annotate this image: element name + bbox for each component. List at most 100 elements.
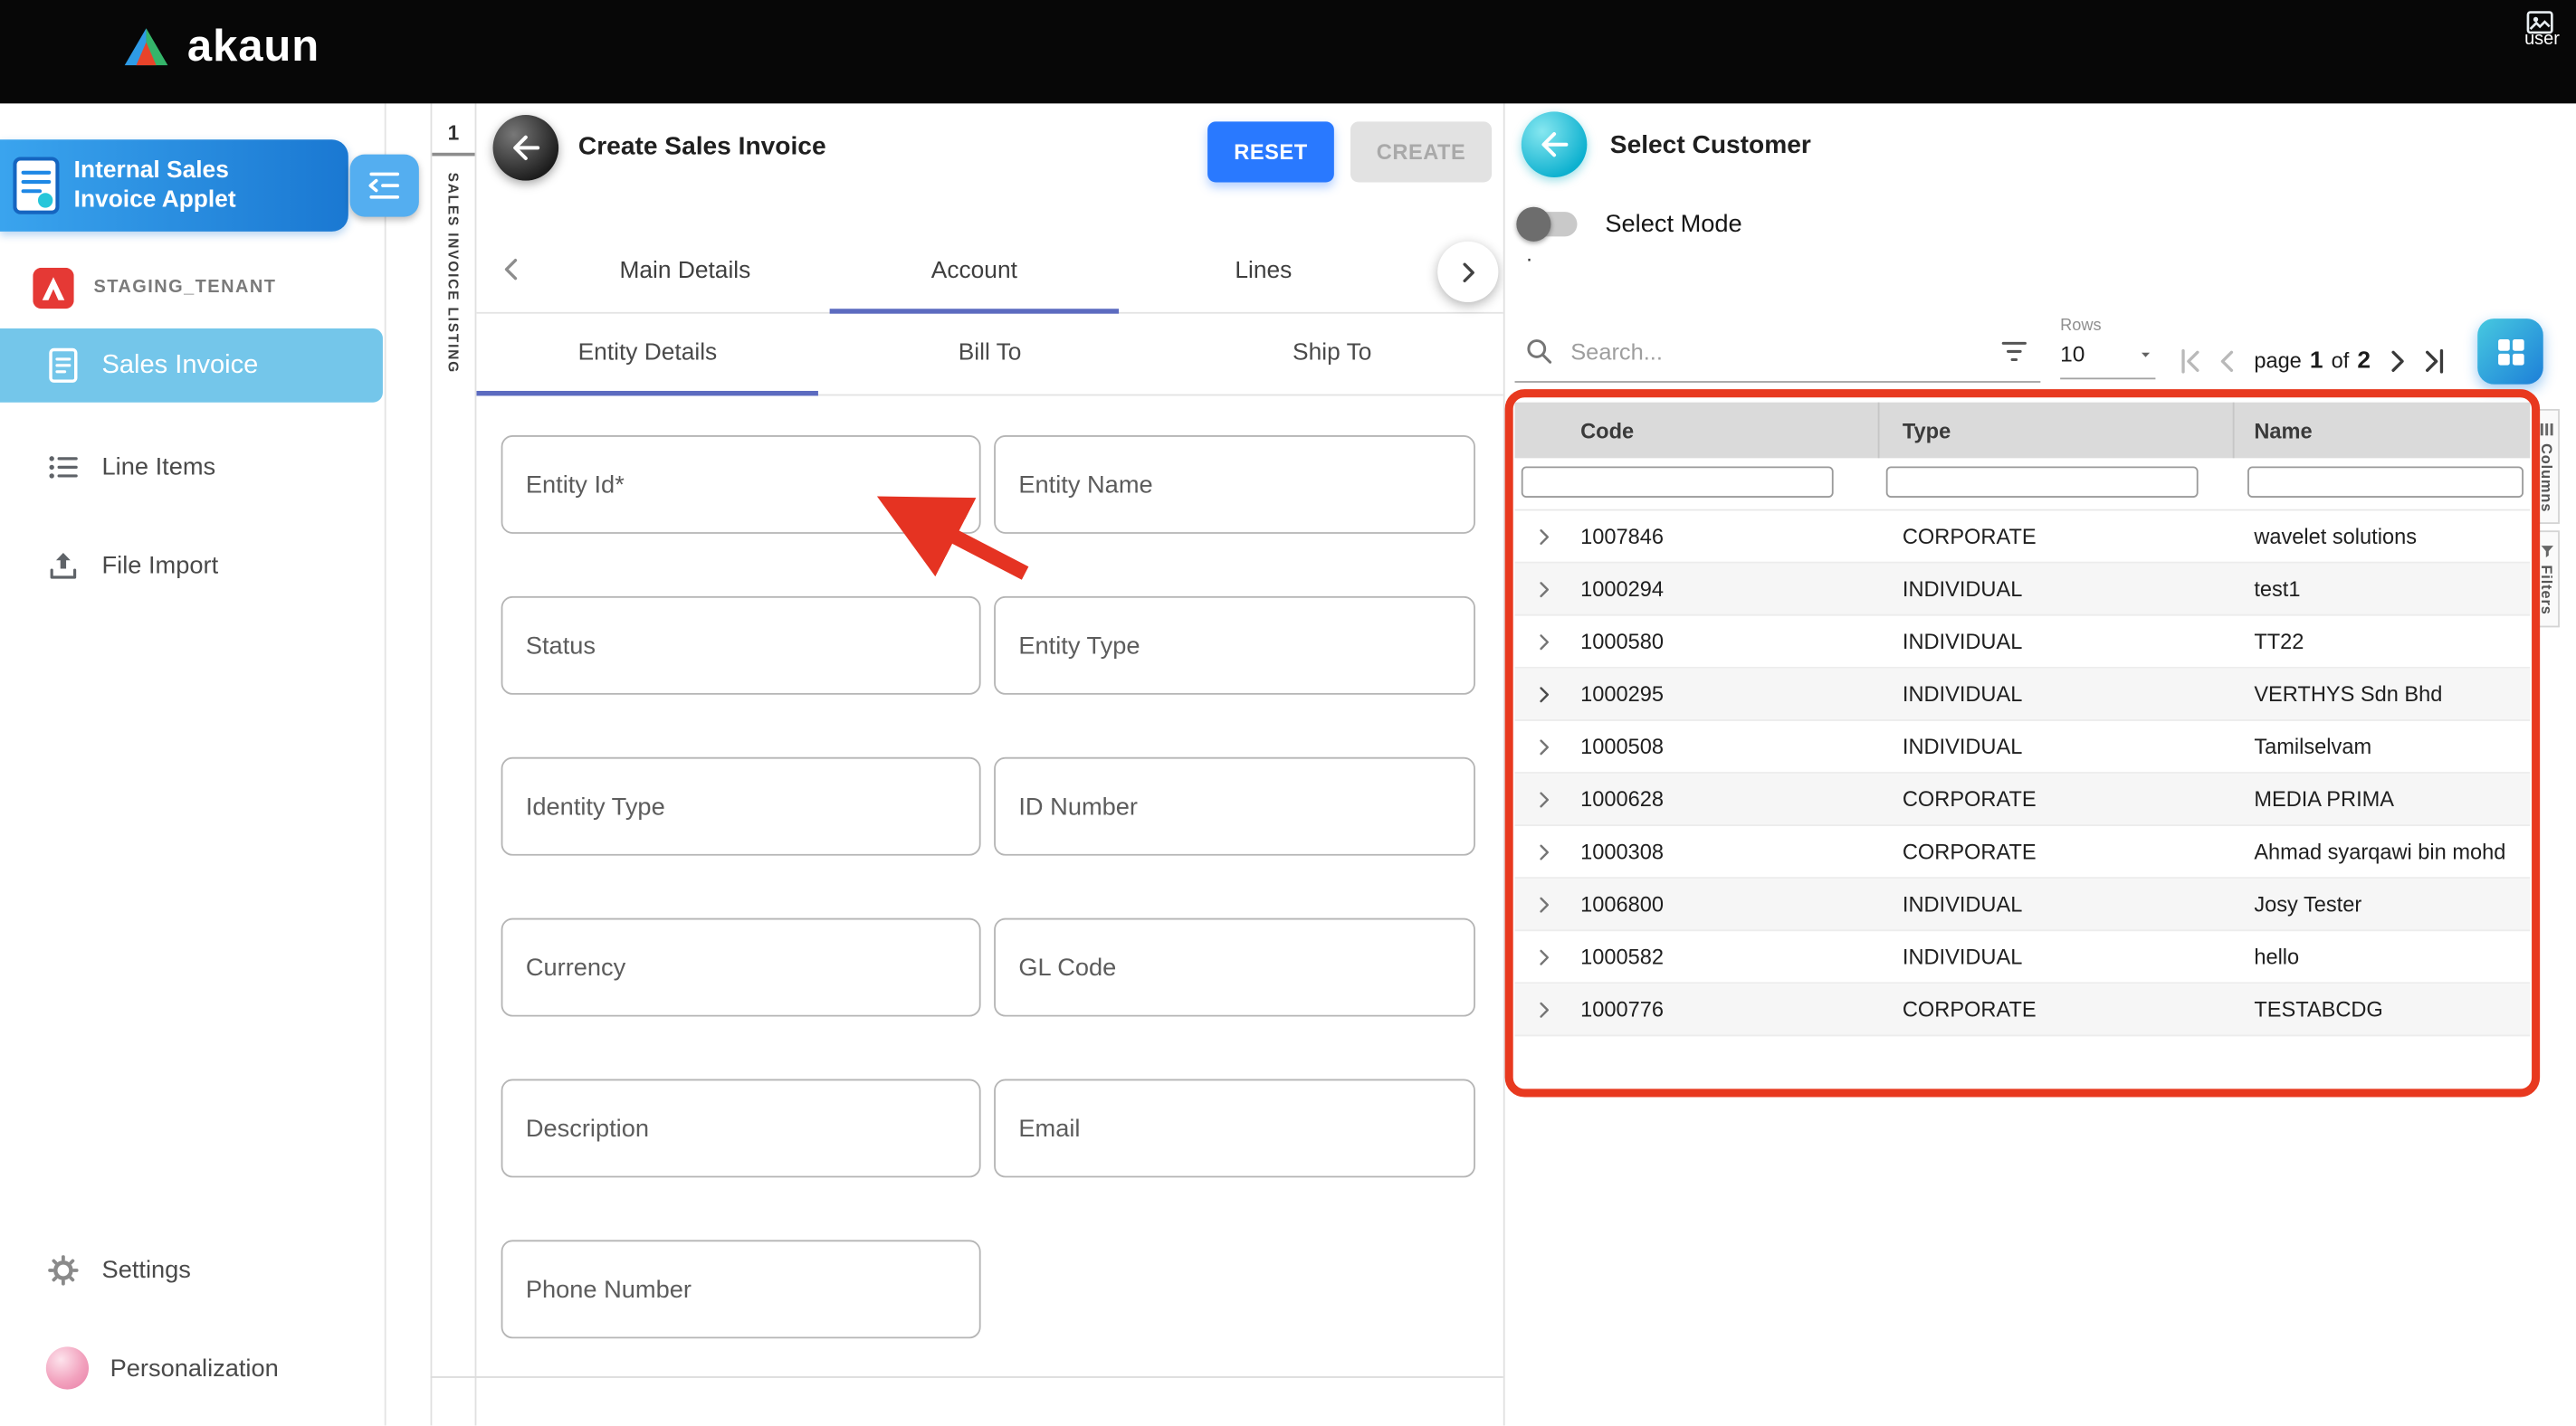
grid-view-button[interactable] <box>2477 318 2543 385</box>
cell-name: wavelet solutions <box>2235 524 2531 548</box>
filters-rail-button[interactable]: Filters <box>2533 530 2560 626</box>
file-import-icon <box>46 547 81 582</box>
cell-code: 1000295 <box>1574 681 1880 706</box>
search-input[interactable] <box>1568 336 1999 366</box>
row-expand-chevron-icon[interactable] <box>1515 786 1574 813</box>
name-filter-input[interactable] <box>2247 466 2524 497</box>
personalization-avatar <box>46 1346 89 1389</box>
reset-button[interactable]: RESET <box>1207 121 1334 182</box>
back-button[interactable] <box>493 115 559 181</box>
user-avatar[interactable]: user <box>2524 10 2560 50</box>
caret-down-icon <box>2136 344 2156 364</box>
column-header-code[interactable]: Code <box>1574 403 1880 459</box>
status-field[interactable]: Status <box>501 596 981 695</box>
cell-type: INDIVIDUAL <box>1879 681 2234 706</box>
table-row[interactable]: 1000295 INDIVIDUAL VERTHYS Sdn Bhd <box>1515 669 2531 721</box>
currency-field[interactable]: Currency <box>501 918 981 1017</box>
tabs-scroll-left-icon[interactable] <box>493 252 530 288</box>
row-expand-chevron-icon[interactable] <box>1515 733 1574 759</box>
sidebar-item-file-import[interactable]: File Import <box>0 536 383 594</box>
subtab-ship-to[interactable]: Ship To <box>1161 312 1503 395</box>
table-row[interactable]: 1000776 CORPORATE TESTABCDG <box>1515 984 2531 1036</box>
phone-number-field[interactable]: Phone Number <box>501 1240 981 1338</box>
id-number-field[interactable]: ID Number <box>994 757 1475 856</box>
cell-code: 1000294 <box>1574 576 1880 601</box>
akaun-logo[interactable]: akaun <box>121 22 320 72</box>
table-row[interactable]: 1000508 INDIVIDUAL Tamilselvam <box>1515 721 2531 774</box>
row-expand-chevron-icon[interactable] <box>1515 996 1574 1022</box>
row-expand-chevron-icon[interactable] <box>1515 523 1574 549</box>
email-field[interactable]: Email <box>994 1079 1475 1178</box>
description-field[interactable]: Description <box>501 1079 981 1178</box>
row-expand-chevron-icon[interactable] <box>1515 944 1574 970</box>
entity-id-field[interactable]: Entity Id* <box>501 435 981 534</box>
chevron-right-icon <box>2379 343 2415 379</box>
field-label: ID Number <box>1018 793 1138 821</box>
identity-type-field[interactable]: Identity Type <box>501 757 981 856</box>
sidebar-item-tenant[interactable]: STAGING_TENANT <box>0 261 276 314</box>
sidebar-collapse-button[interactable] <box>350 155 419 217</box>
listing-tab-strip[interactable]: 1 SALES INVOICE LISTING <box>431 103 477 1425</box>
sidebar-item-sales-invoice[interactable]: Sales Invoice <box>0 328 383 403</box>
row-expand-chevron-icon[interactable] <box>1515 891 1574 917</box>
columns-rail-button[interactable]: Columns <box>2533 409 2560 524</box>
cell-type: CORPORATE <box>1879 997 2234 1022</box>
table-row[interactable]: 1000628 CORPORATE MEDIA PRIMA <box>1515 774 2531 826</box>
search-icon <box>1524 336 1554 366</box>
tabs-scroll-right-button[interactable] <box>1437 242 1498 302</box>
table-row[interactable]: 1000294 INDIVIDUAL test1 <box>1515 564 2531 616</box>
type-filter-input[interactable] <box>1886 466 2199 497</box>
row-expand-chevron-icon[interactable] <box>1515 680 1574 707</box>
gear-icon <box>46 1252 81 1287</box>
first-page-icon <box>2172 343 2209 379</box>
table-row[interactable]: 1000580 INDIVIDUAL TT22 <box>1515 616 2531 669</box>
column-header-name[interactable]: Name <box>2235 403 2531 459</box>
sidebar-item-settings[interactable]: Settings <box>0 1240 383 1298</box>
next-page-button[interactable] <box>2379 343 2415 379</box>
last-page-button[interactable] <box>2417 343 2453 379</box>
entity-name-field[interactable]: Entity Name <box>994 435 1475 534</box>
tab-lines[interactable]: Lines <box>1119 230 1407 312</box>
select-mode-toggle[interactable] <box>1518 211 1577 235</box>
line-items-icon <box>46 449 81 483</box>
chevron-right-icon <box>1452 255 1484 288</box>
cell-name: Josy Tester <box>2235 892 2531 917</box>
create-button[interactable]: CREATE <box>1350 121 1492 182</box>
listing-tab-number[interactable]: 1 <box>432 113 474 156</box>
tab-main-details[interactable]: Main Details <box>540 230 829 312</box>
cell-code: 1000582 <box>1574 945 1880 969</box>
avatar-alt-text: user <box>2524 30 2560 50</box>
previous-page-button[interactable] <box>2209 343 2246 379</box>
row-expand-chevron-icon[interactable] <box>1515 575 1574 602</box>
close-select-customer-button[interactable] <box>1522 111 1588 177</box>
row-expand-chevron-icon[interactable] <box>1515 839 1574 865</box>
cell-code: 1000308 <box>1574 840 1880 864</box>
stray-dot-text: . <box>1526 242 1532 266</box>
search-filter-button[interactable] <box>1998 334 2030 366</box>
tenant-label: STAGING_TENANT <box>93 278 276 298</box>
entity-type-field[interactable]: Entity Type <box>994 596 1475 695</box>
subtab-bill-to[interactable]: Bill To <box>819 312 1161 395</box>
table-row[interactable]: 1000308 CORPORATE Ahmad syarqawi bin moh… <box>1515 826 2531 879</box>
collapse-menu-icon <box>365 166 405 205</box>
table-row[interactable]: 1006800 INDIVIDUAL Josy Tester <box>1515 879 2531 931</box>
table-row[interactable]: 1007846 CORPORATE wavelet solutions <box>1515 510 2531 563</box>
gl-code-field[interactable]: GL Code <box>994 918 1475 1017</box>
field-label: Email <box>1018 1115 1080 1143</box>
toggle-thumb <box>1516 206 1550 241</box>
row-expand-chevron-icon[interactable] <box>1515 628 1574 654</box>
table-row[interactable]: 1000582 INDIVIDUAL hello <box>1515 931 2531 984</box>
tab-account[interactable]: Account <box>830 230 1119 312</box>
cell-type: INDIVIDUAL <box>1879 734 2234 758</box>
current-page-number: 1 <box>2310 348 2323 375</box>
sidebar-item-line-items[interactable]: Line Items <box>0 437 383 496</box>
first-page-button[interactable] <box>2172 343 2209 379</box>
rows-per-page-control[interactable]: Rows 10 <box>2060 317 2159 379</box>
column-header-type[interactable]: Type <box>1879 403 2234 459</box>
cell-name: hello <box>2235 945 2531 969</box>
sidebar-item-personalization[interactable]: Personalization <box>0 1338 383 1397</box>
akaun-logo-icon <box>121 24 170 69</box>
subtab-entity-details[interactable]: Entity Details <box>476 312 818 395</box>
rows-value: 10 <box>2060 342 2085 366</box>
code-filter-input[interactable] <box>1522 466 1834 497</box>
